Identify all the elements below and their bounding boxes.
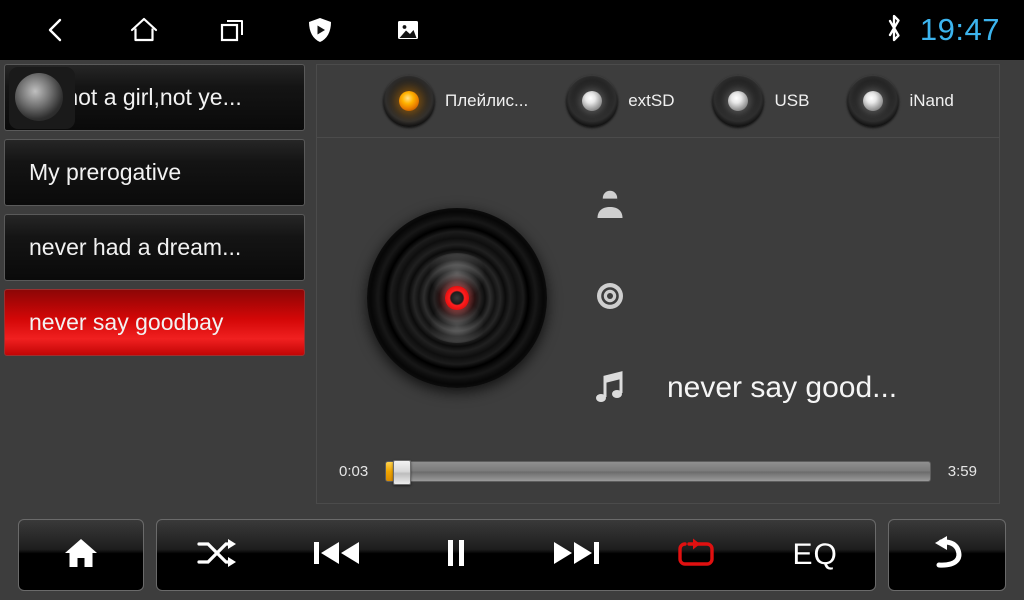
now-playing-area: never say good... 0:03 3:59 [317,138,999,504]
home-button[interactable] [18,519,144,591]
status-bar: 19:47 [0,0,1024,60]
shield-play-icon[interactable] [298,8,342,52]
source-label: Плейлис... [445,91,529,110]
source-option-extsd[interactable]: extSD [566,75,674,127]
seek-bar[interactable] [385,460,931,485]
track-title: never say good... [667,371,898,404]
navigation-icons [34,8,430,52]
disc-icon [589,279,631,313]
track-metadata: never say good... [589,172,969,420]
recents-icon[interactable] [210,8,254,52]
progress-bar-row: 0:03 3:59 [339,460,977,485]
status-bar-right: 19:47 [884,0,1000,60]
source-option-usb[interactable]: USB [712,75,809,127]
home-filled-icon [63,535,99,576]
source-option-playlist[interactable]: Плейлис... [383,75,528,127]
bluetooth-icon [884,12,904,49]
duration-time: 3:59 [947,463,977,480]
source-label: extSD [628,91,675,110]
playback-controls-group: EQ [156,519,876,591]
metadata-row-title: never say good... [589,356,969,420]
playlist-item-label: never had a dream... [29,234,242,260]
previous-icon [311,536,363,575]
music-note-icon [589,369,631,407]
playlist-item-label: My prerogative [29,159,182,185]
return-arrow-icon [927,534,967,577]
eq-button[interactable]: EQ [755,520,875,590]
pause-button[interactable] [396,520,516,590]
metadata-row-artist [589,172,969,236]
shuffle-icon [196,536,238,575]
playlist-item-1[interactable]: My prerogative [4,139,305,206]
playlist-panel: I'm not a girl,not ye... My prerogative … [4,64,305,504]
source-selector: Плейлис... extSD USB iNand [317,65,999,138]
radio-icon [566,75,619,127]
playlist-item-label: I'm not a girl,not ye... [29,84,242,110]
playlist-item-3[interactable]: never say goodbay [4,289,305,356]
eq-label: EQ [792,538,838,571]
home-icon[interactable] [122,8,166,52]
pause-icon [442,536,470,575]
transport-control-bar: EQ [0,510,1024,600]
radio-icon [383,75,435,127]
playlist-item-2[interactable]: never had a dream... [4,214,305,281]
source-label: USB [774,91,810,110]
source-option-inand[interactable]: iNand [847,75,954,127]
back-button[interactable] [888,519,1006,591]
repeat-icon [669,535,723,576]
player-panel: Плейлис... extSD USB iNand never say goo… [316,64,1000,504]
playlist-item-label: never say goodbay [29,309,224,335]
vinyl-record-icon [367,208,547,388]
back-icon[interactable] [34,8,78,52]
next-track-button[interactable] [516,520,636,590]
gallery-icon[interactable] [386,8,430,52]
seek-bar-thumb[interactable] [393,460,412,485]
radio-icon [712,75,765,127]
previous-track-button[interactable] [277,520,397,590]
status-clock: 19:47 [919,12,1000,47]
person-icon [589,187,631,221]
shuffle-button[interactable] [157,520,277,590]
metadata-row-album [589,264,969,328]
next-icon [550,536,602,575]
elapsed-time: 0:03 [339,463,369,480]
radio-icon [847,75,900,127]
playlist-item-0[interactable]: I'm not a girl,not ye... [4,64,305,131]
source-label: iNand [909,91,954,110]
music-player-screen: 19:47 I'm not a girl,not ye... My prerog… [0,0,1024,600]
repeat-button[interactable] [636,520,756,590]
